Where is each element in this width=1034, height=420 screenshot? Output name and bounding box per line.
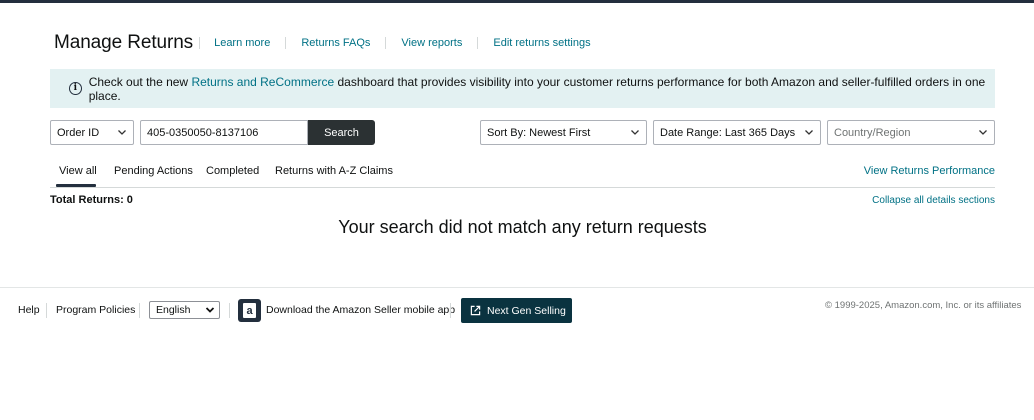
search-input[interactable] [140, 120, 308, 145]
chevron-down-icon [118, 130, 126, 135]
chevron-down-icon [205, 307, 215, 313]
program-policies-link[interactable]: Program Policies [56, 304, 135, 316]
info-banner: i Check out the new Returns and ReCommer… [50, 69, 995, 108]
page-header: Manage Returns Learn more Returns FAQs V… [54, 32, 606, 56]
returns-faqs-link[interactable]: Returns FAQs [285, 37, 385, 49]
search-type-value: Order ID [57, 126, 100, 139]
footer-separator [46, 303, 47, 318]
search-row: Order ID Search Sort By: Newest First Da… [50, 120, 995, 145]
footer-separator [139, 303, 140, 318]
total-returns: Total Returns: 0 [50, 194, 133, 206]
help-link[interactable]: Help [18, 304, 40, 316]
footer-divider [0, 287, 1034, 288]
tab-returns-az-claims[interactable]: Returns with A-Z Claims [275, 165, 393, 177]
view-reports-link[interactable]: View reports [385, 37, 477, 49]
view-returns-performance-link[interactable]: View Returns Performance [864, 165, 995, 177]
header-links: Learn more Returns FAQs View reports Edi… [199, 37, 606, 49]
next-gen-selling-label: Next Gen Selling [487, 304, 566, 317]
tab-completed[interactable]: Completed [206, 165, 259, 177]
search-button[interactable]: Search [308, 120, 375, 145]
date-range-value: Date Range: Last 365 Days [660, 126, 796, 139]
empty-results-message: Your search did not match any return req… [338, 217, 707, 237]
tab-pending-actions[interactable]: Pending Actions [114, 165, 193, 177]
chevron-down-icon [805, 130, 813, 135]
external-link-icon [470, 305, 481, 316]
banner-prefix: Check out the new [88, 74, 192, 89]
sort-value: Sort By: Newest First [487, 126, 591, 139]
date-range-select[interactable]: Date Range: Last 365 Days [653, 120, 821, 145]
chevron-down-icon [979, 130, 987, 135]
returns-recommerce-link[interactable]: Returns and ReCommerce [191, 75, 334, 89]
collapse-all-link[interactable]: Collapse all details sections [872, 195, 995, 206]
footer: Help Program Policies English a Download… [0, 296, 1034, 326]
download-app-link[interactable]: Download the Amazon Seller mobile app [266, 304, 455, 316]
language-value: English [156, 304, 191, 316]
copyright-text: © 1999-2025, Amazon.com, Inc. or its aff… [825, 300, 1022, 311]
country-region-select[interactable]: Country/Region [827, 120, 995, 145]
tabs-row: View all Pending Actions Completed Retur… [50, 155, 995, 188]
top-bar [0, 0, 1034, 3]
chevron-down-icon [631, 130, 639, 135]
next-gen-selling-button[interactable]: Next Gen Selling [461, 298, 572, 323]
search-type-select[interactable]: Order ID [50, 120, 134, 145]
country-region-placeholder: Country/Region [834, 126, 911, 139]
tab-view-all[interactable]: View all [59, 165, 97, 177]
footer-separator [450, 303, 451, 318]
active-tab-indicator [56, 184, 96, 187]
footer-separator [229, 303, 230, 318]
page-title: Manage Returns [54, 32, 194, 53]
learn-more-link[interactable]: Learn more [199, 37, 285, 49]
banner-text: Check out the new Returns and ReCommerce… [89, 75, 995, 103]
info-icon: i [69, 82, 82, 95]
amazon-app-icon[interactable]: a [238, 299, 261, 322]
language-select[interactable]: English [149, 301, 220, 319]
edit-returns-settings-link[interactable]: Edit returns settings [477, 37, 605, 49]
sort-select[interactable]: Sort By: Newest First [480, 120, 647, 145]
